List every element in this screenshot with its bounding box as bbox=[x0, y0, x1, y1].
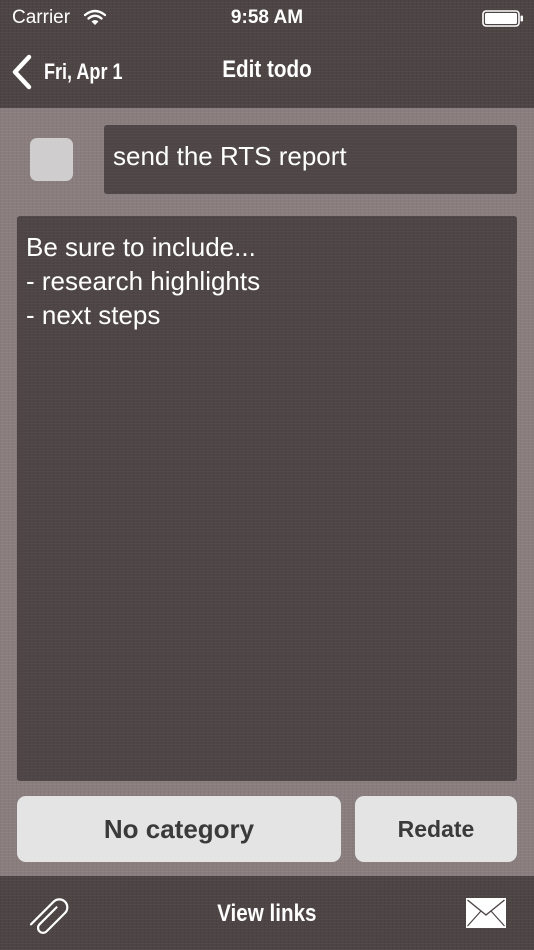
status-time: 9:58 AM bbox=[230, 7, 304, 28]
page-title: Edit todo bbox=[222, 56, 312, 83]
view-links-button[interactable]: View links bbox=[0, 900, 534, 928]
battery-icon bbox=[482, 10, 523, 27]
status-bar: Carrier 9:58 AM bbox=[0, 0, 534, 38]
bottom-toolbar: View links bbox=[0, 876, 534, 950]
view-links-label: View links bbox=[217, 900, 317, 927]
top-bar: Carrier 9:58 AM Fri, Apr 1 Edit todo bbox=[0, 0, 534, 108]
todo-notes-textarea[interactable]: Be sure to include... - research highlig… bbox=[17, 216, 517, 781]
navigation-bar: Fri, Apr 1 Edit todo bbox=[0, 38, 534, 108]
todo-title-field[interactable]: send the RTS report bbox=[104, 125, 517, 194]
completed-checkbox[interactable] bbox=[30, 138, 73, 181]
notes-line: - research highlights bbox=[26, 266, 261, 296]
redate-button[interactable]: Redate bbox=[355, 796, 517, 862]
notes-line: - next steps bbox=[26, 300, 161, 330]
category-button[interactable]: No category bbox=[17, 796, 341, 862]
notes-line: Be sure to include... bbox=[26, 232, 256, 262]
chevron-left-icon bbox=[12, 54, 32, 90]
envelope-icon[interactable] bbox=[466, 898, 506, 928]
